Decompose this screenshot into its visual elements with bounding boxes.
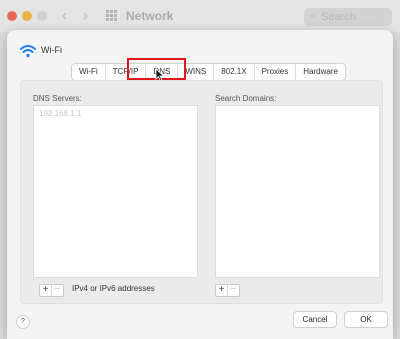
back-arrow-icon[interactable]: ‹ [62, 7, 67, 24]
dns-panel: DNS Servers: 192.168.1.1 Search Domains:… [20, 80, 383, 304]
search-domains-label: Search Domains: [215, 94, 277, 103]
dns-hint: IPv4 or IPv6 addresses [72, 284, 155, 293]
title-bar: ‹ › Network ⌕ Search [0, 0, 400, 32]
minimize-window-button[interactable] [22, 11, 32, 21]
tab-proxies[interactable]: Proxies [255, 64, 297, 80]
dns-servers-label: DNS Servers: [33, 94, 82, 103]
tab-8021x[interactable]: 802.1X [214, 64, 255, 80]
cancel-button[interactable]: Cancel [293, 311, 337, 328]
search-field[interactable]: ⌕ Search [304, 8, 392, 26]
remove-dns-button[interactable]: − [51, 285, 63, 296]
remove-domain-button[interactable]: − [227, 285, 239, 296]
forward-arrow-icon[interactable]: › [83, 7, 88, 24]
zoom-window-button[interactable] [37, 11, 47, 21]
add-dns-button[interactable]: + [40, 285, 51, 296]
ok-button[interactable]: OK [344, 311, 388, 328]
search-placeholder: Search [321, 11, 356, 23]
interface-name: Wi-Fi [41, 45, 62, 55]
dns-add-remove: + − [39, 284, 64, 297]
advanced-settings-sheet: Wi-Fi Wi-Fi TCP/IP DNS WINS 802.1X Proxi… [7, 30, 393, 339]
help-button[interactable]: ? [16, 315, 30, 329]
search-domains-list[interactable] [215, 105, 380, 278]
show-all-grid-icon[interactable] [106, 10, 118, 22]
wifi-icon [20, 45, 36, 58]
window-title: Network [126, 9, 174, 23]
tab-wifi[interactable]: Wi-Fi [72, 64, 106, 80]
add-domain-button[interactable]: + [216, 285, 227, 296]
dns-server-entry[interactable]: 192.168.1.1 [39, 109, 81, 118]
dns-servers-list[interactable]: 192.168.1.1 [33, 105, 198, 278]
domains-add-remove: + − [215, 284, 240, 297]
tab-bar: Wi-Fi TCP/IP DNS WINS 802.1X Proxies Har… [71, 63, 346, 81]
close-window-button[interactable] [7, 11, 17, 21]
tab-hardware[interactable]: Hardware [296, 64, 345, 80]
search-icon: ⌕ [310, 10, 317, 22]
